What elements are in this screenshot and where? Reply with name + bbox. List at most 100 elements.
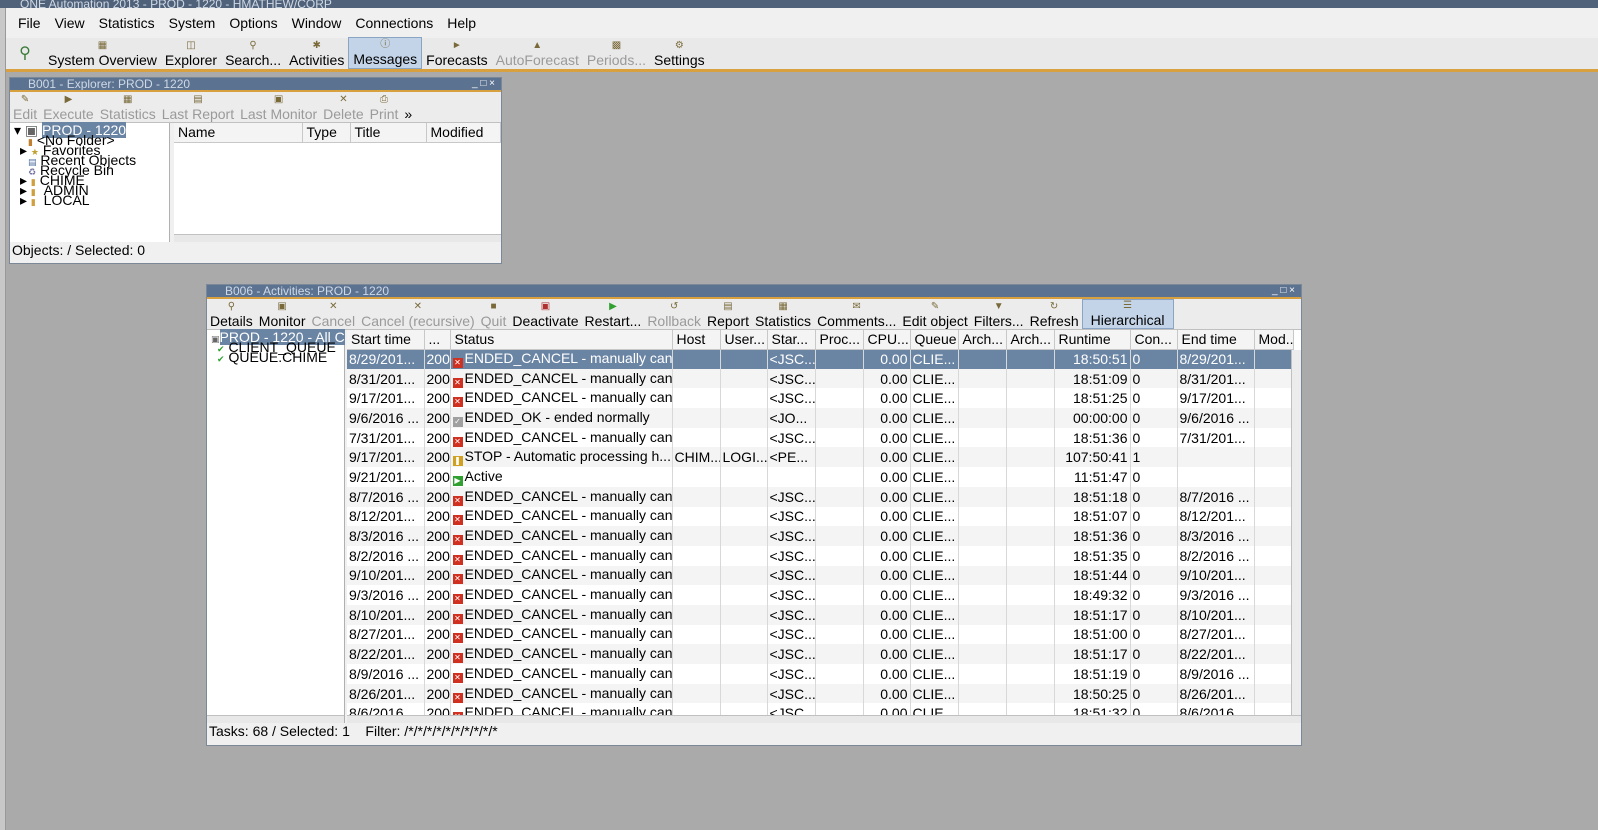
- cancel-status-icon: ✕: [452, 594, 463, 605]
- forecasts-button[interactable]: ► Forecasts: [422, 37, 491, 69]
- edit-object-button[interactable]: ✎ Edit object: [899, 299, 970, 329]
- column-header-name[interactable]: Name: [174, 123, 303, 143]
- table-row[interactable]: 8/29/201... 200 ✕ ENDED_CANCEL - manually c…: [347, 349, 1294, 369]
- menu-window[interactable]: Window: [292, 15, 342, 31]
- column-header-host[interactable]: Host: [672, 330, 721, 350]
- tree-node-queue-chime[interactable]: ✔ QUEUE.CHIME: [211, 350, 344, 364]
- tree-node-local[interactable]: ▸ ▮ LOCAL: [14, 193, 169, 207]
- details-button[interactable]: ⚲ Details: [207, 299, 256, 329]
- table-row[interactable]: 9/17/201... 200 ✕ ENDED_CANCEL - manually c…: [347, 388, 1294, 409]
- cell-cpu: 0.00: [863, 526, 911, 546]
- cancel-button[interactable]: ✕ Cancel: [308, 299, 358, 329]
- menu-connections[interactable]: Connections: [355, 15, 433, 31]
- cancel-recursive-button[interactable]: ✕ Cancel (recursive): [358, 299, 478, 329]
- horizontal-scrollbar[interactable]: [174, 234, 501, 242]
- column-header-type[interactable]: Type: [302, 123, 351, 143]
- column-header-modified[interactable]: Modified: [426, 123, 501, 143]
- column-header-n[interactable]: ...: [424, 330, 451, 350]
- delete-button[interactable]: ✕ Delete: [320, 92, 366, 122]
- column-header-user[interactable]: User...: [720, 330, 768, 350]
- table-row[interactable]: 8/31/201... 200 ✕ ENDED_CANCEL - manually c…: [347, 368, 1294, 389]
- settings-button[interactable]: ⚙ Settings: [650, 37, 709, 69]
- cell-runtime: 18:50:25: [1054, 683, 1131, 704]
- cell-user: [720, 349, 768, 369]
- cell-start-type: <JSC...: [767, 506, 816, 527]
- monitor-button[interactable]: ▣ Monitor: [256, 299, 309, 329]
- report-button[interactable]: ▤ Report: [704, 299, 752, 329]
- refresh-button[interactable]: ↻ Refresh: [1027, 299, 1082, 329]
- column-header-process[interactable]: Proc...: [815, 330, 864, 350]
- window-controls-icon[interactable]: _ □ ×: [472, 78, 495, 90]
- statistics-button[interactable]: ▦ Statistics: [97, 92, 159, 122]
- cell-n: 200: [424, 467, 451, 487]
- table-row[interactable]: 8/12/201... 200 ✕ ENDED_CANCEL - manually c…: [347, 506, 1294, 527]
- rollback-button[interactable]: ↺ Rollback: [644, 299, 704, 329]
- column-header-status[interactable]: Status: [450, 330, 673, 350]
- comments-button[interactable]: ✉ Comments...: [814, 299, 899, 329]
- window-controls-icon[interactable]: _ □ ×: [1272, 285, 1295, 297]
- statistics-button[interactable]: ▦ Statistics: [752, 299, 814, 329]
- deactivate-button[interactable]: ▣ Deactivate: [509, 299, 581, 329]
- explorer-button[interactable]: ◫ Explorer: [161, 37, 221, 69]
- periods-button[interactable]: ▩ Periods...: [583, 37, 650, 69]
- column-header-start-time[interactable]: Start time: [347, 330, 425, 350]
- search-button[interactable]: ⚲ Search...: [221, 37, 285, 69]
- menu-file[interactable]: File: [18, 15, 41, 31]
- horizontal-scrollbar[interactable]: [347, 715, 1301, 723]
- explorer-window-title-bar[interactable]: B001 - Explorer: PROD - 1220 _ □ ×: [10, 78, 501, 90]
- table-row[interactable]: 9/17/201... 200 ❚ STOP - Automatic processi…: [347, 447, 1294, 468]
- messages-button[interactable]: ⓘ Messages: [348, 37, 423, 69]
- last-report-button[interactable]: ▤ Last Report: [159, 92, 237, 122]
- execute-button[interactable]: ▶ Execute: [40, 92, 97, 122]
- column-header-archive-2[interactable]: Arch...: [1006, 330, 1055, 350]
- menu-view[interactable]: View: [55, 15, 85, 31]
- cell-start-type: <JSC...: [767, 585, 816, 605]
- autoforecast-button[interactable]: ▲ AutoForecast: [492, 37, 583, 69]
- table-row[interactable]: 9/10/201... 200 ✕ ENDED_CANCEL - manually c…: [347, 565, 1294, 586]
- quit-button[interactable]: ■ Quit: [478, 299, 510, 329]
- column-header-archive-1[interactable]: Arch...: [958, 330, 1007, 350]
- table-row[interactable]: 8/3/2016 ... 200 ✕ ENDED_CANCEL - manually …: [347, 526, 1294, 546]
- menu-system[interactable]: System: [169, 15, 216, 31]
- cell-start-type: <JSC...: [767, 644, 816, 664]
- cell-status: ✕ENDED_CANCEL - manually can...: [450, 506, 673, 527]
- table-row[interactable]: 8/9/2016 ... 200 ✕ ENDED_CANCEL - manually …: [347, 664, 1294, 684]
- column-header-end-time[interactable]: End time: [1177, 330, 1255, 350]
- column-header-start-type[interactable]: Star...: [767, 330, 816, 350]
- table-row[interactable]: 9/3/2016 ... 200 ✕ ENDED_CANCEL - manually …: [347, 585, 1294, 605]
- table-row[interactable]: 8/22/201... 200 ✕ ENDED_CANCEL - manually c…: [347, 644, 1294, 664]
- table-row[interactable]: 8/10/201... 200 ✕ ENDED_CANCEL - manually c…: [347, 604, 1294, 625]
- table-row[interactable]: 8/26/201... 200 ✕ ENDED_CANCEL - manually c…: [347, 683, 1294, 704]
- vertical-scrollbar[interactable]: [1291, 350, 1301, 715]
- table-row[interactable]: 8/27/201... 200 ✕ ENDED_CANCEL - manually c…: [347, 624, 1294, 645]
- column-header-title[interactable]: Title: [350, 123, 427, 143]
- last-monitor-button[interactable]: ▣ Last Monitor: [237, 92, 320, 122]
- menu-options[interactable]: Options: [229, 15, 277, 31]
- filters-button[interactable]: ▼ Filters...: [971, 299, 1027, 329]
- cell-status: ✕ENDED_CANCEL - manually can...: [450, 585, 673, 605]
- system-overview-button[interactable]: ▦ System Overview: [44, 37, 161, 69]
- hierarchical-button[interactable]: ☰ Hierarchical: [1081, 299, 1174, 329]
- restart-button[interactable]: ▶ Restart...: [582, 299, 645, 329]
- table-row[interactable]: 9/6/2016 ... 200 ✓ ENDED_OK - ended normall…: [347, 408, 1294, 428]
- table-row[interactable]: 8/2/2016 ... 200 ✕ ENDED_CANCEL - manually …: [347, 545, 1294, 566]
- column-header-runtime[interactable]: Runtime: [1054, 330, 1131, 350]
- column-header-modified[interactable]: Mod...: [1254, 330, 1294, 350]
- column-header-con[interactable]: Con...: [1130, 330, 1178, 350]
- connect-icon[interactable]: ⚲: [6, 37, 44, 69]
- column-header-queue[interactable]: Queue: [910, 330, 959, 350]
- edit-button[interactable]: ✎ Edit: [10, 92, 40, 122]
- print-button[interactable]: ⎙ Print: [367, 92, 402, 122]
- cell-cpu: 0.00: [863, 683, 911, 704]
- cell-user: [720, 585, 768, 605]
- menu-statistics[interactable]: Statistics: [99, 15, 155, 31]
- activities-button[interactable]: ✱ Activities: [285, 37, 348, 69]
- activities-window-title-bar[interactable]: B006 - Activities: PROD - 1220 _ □ ×: [207, 285, 1301, 297]
- column-header-cpu[interactable]: CPU...: [863, 330, 911, 350]
- table-row[interactable]: 7/31/201... 200 ✕ ENDED_CANCEL - manually c…: [347, 427, 1294, 448]
- table-row[interactable]: 8/7/2016 ... 200 ✕ ENDED_CANCEL - manually …: [347, 486, 1294, 507]
- menu-help[interactable]: Help: [447, 15, 476, 31]
- toolbar-overflow-button[interactable]: »: [401, 92, 415, 122]
- table-row[interactable]: 9/21/201... 200 ▶ Active 0.00 CLIE... 11:51:47…: [347, 467, 1294, 487]
- horizontal-scrollbar[interactable]: [207, 715, 344, 723]
